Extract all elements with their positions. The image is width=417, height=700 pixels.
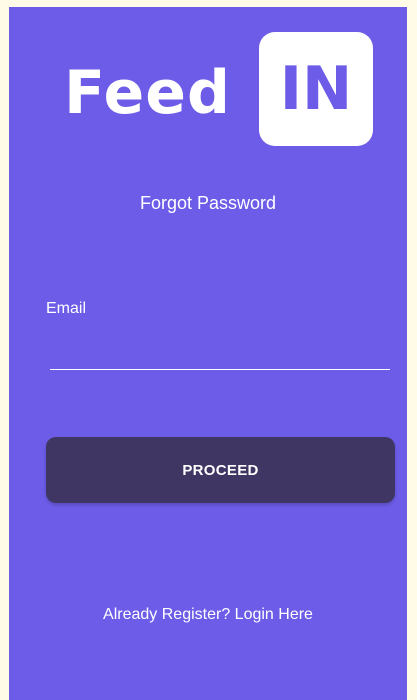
logo-word: Feed bbox=[64, 58, 231, 128]
email-label: Email bbox=[46, 300, 87, 317]
page-title: Forgot Password bbox=[139, 193, 277, 213]
forgot-password-screen: Feed IN Forgot Password Email PROCEED Al… bbox=[9, 7, 407, 700]
feedin-logo: Feed IN bbox=[64, 32, 384, 148]
logo-badge: IN bbox=[259, 32, 373, 146]
login-link[interactable]: Already Register? Login Here bbox=[9, 605, 407, 625]
email-field[interactable] bbox=[50, 335, 390, 370]
logo-badge-text: IN bbox=[279, 54, 353, 124]
proceed-button[interactable]: PROCEED bbox=[46, 437, 395, 503]
